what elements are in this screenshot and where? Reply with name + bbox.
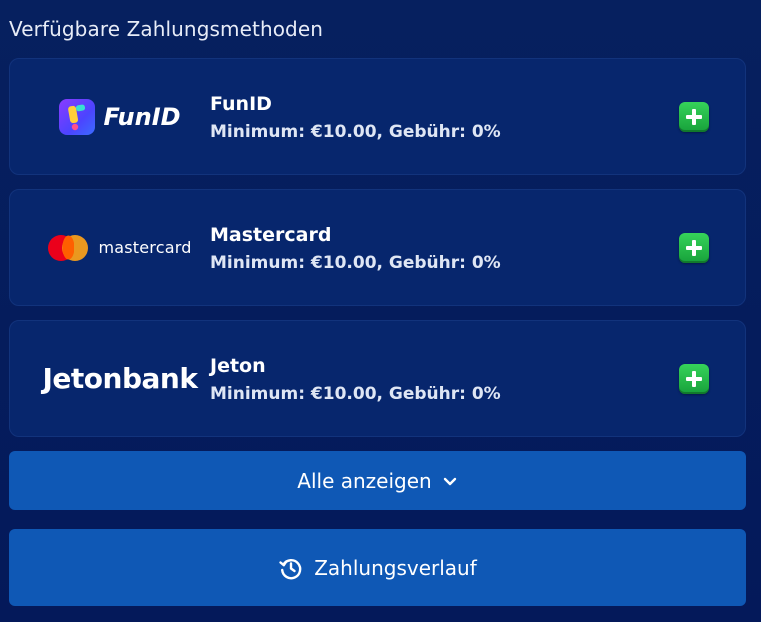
add-method-button[interactable] bbox=[679, 364, 709, 394]
payment-method-jeton[interactable]: Jetonbank Jeton Minimum: €10.00, Gebühr:… bbox=[9, 320, 746, 437]
show-all-button[interactable]: Alle anzeigen bbox=[9, 451, 746, 510]
jetonbank-logo-text: Jetonbank bbox=[42, 362, 198, 395]
payment-method-funid[interactable]: FunID FunID Minimum: €10.00, Gebühr: 0% bbox=[9, 58, 746, 175]
mastercard-logo-text: mastercard bbox=[98, 238, 192, 257]
payment-history-button[interactable]: Zahlungsverlauf bbox=[9, 529, 746, 606]
add-method-button[interactable] bbox=[679, 233, 709, 263]
mastercard-logo: mastercard bbox=[30, 190, 210, 305]
method-info: Minimum: €10.00, Gebühr: 0% bbox=[210, 122, 501, 142]
funid-logo-text: FunID bbox=[103, 102, 181, 131]
funid-logo-icon bbox=[59, 98, 96, 135]
show-all-label: Alle anzeigen bbox=[297, 468, 432, 493]
jetonbank-logo: Jetonbank bbox=[30, 321, 210, 436]
method-info: Minimum: €10.00, Gebühr: 0% bbox=[210, 384, 501, 404]
payment-history-label: Zahlungsverlauf bbox=[314, 555, 477, 580]
history-icon bbox=[279, 558, 302, 579]
payment-methods-page: Verfügbare Zahlungsmethoden FunID FunID … bbox=[0, 0, 761, 622]
plus-icon bbox=[686, 109, 702, 125]
chevron-down-icon bbox=[443, 477, 456, 485]
plus-icon bbox=[686, 371, 702, 387]
section-title: Verfügbare Zahlungsmethoden bbox=[9, 17, 324, 41]
add-method-button[interactable] bbox=[679, 102, 709, 132]
method-name: FunID bbox=[210, 93, 272, 115]
funid-logo: FunID bbox=[30, 59, 210, 174]
plus-icon bbox=[686, 240, 702, 256]
method-name: Jeton bbox=[210, 355, 266, 377]
payment-method-mastercard[interactable]: mastercard Mastercard Minimum: €10.00, G… bbox=[9, 189, 746, 306]
mastercard-logo-icon bbox=[48, 234, 90, 262]
method-name: Mastercard bbox=[210, 224, 332, 246]
method-info: Minimum: €10.00, Gebühr: 0% bbox=[210, 253, 501, 273]
